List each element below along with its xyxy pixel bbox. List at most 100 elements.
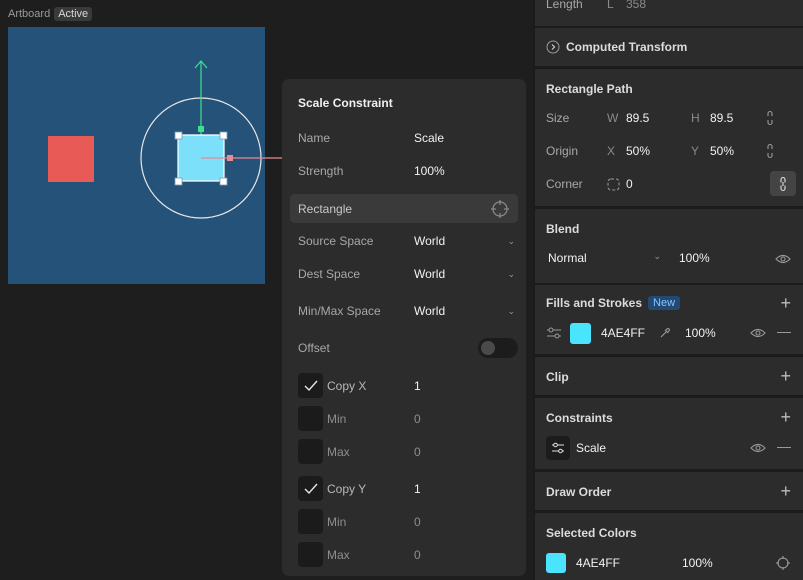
minmax-space-value: World: [414, 304, 446, 318]
target-field[interactable]: Rectangle: [290, 194, 518, 223]
copy-x-min-row: Min 0: [298, 406, 518, 431]
minmax-space-row: Min/Max Space World ⌄: [298, 300, 518, 322]
constraint-sliders-button[interactable]: [546, 436, 570, 460]
origin-y-field[interactable]: 50%: [710, 144, 765, 158]
selected-color-hex[interactable]: 4AE4FF: [576, 556, 682, 570]
eye-icon[interactable]: [750, 327, 766, 339]
dest-space-row: Dest Space World ⌄: [298, 263, 518, 285]
selected-colors-title: Selected Colors: [546, 526, 637, 540]
add-constraint-icon[interactable]: +: [780, 408, 791, 426]
strength-label: Strength: [298, 164, 344, 178]
width-field[interactable]: 89.5: [626, 111, 691, 125]
fills-strokes-title: Fills and Strokes: [546, 296, 643, 310]
handle-top-right[interactable]: [219, 131, 228, 140]
height-field[interactable]: 89.5: [710, 111, 765, 125]
strength-row: Strength 100%: [298, 160, 518, 182]
selected-color-opacity[interactable]: 100%: [682, 556, 713, 570]
source-space-value: World: [414, 234, 446, 248]
corner-link-button[interactable]: [770, 171, 796, 196]
copy-y-checkbox[interactable]: [298, 476, 323, 501]
strength-field[interactable]: 100%: [414, 164, 445, 178]
blend-opacity-field[interactable]: 100%: [679, 251, 710, 265]
fills-strokes-section: Fills and Strokes New + 4AE4FF 100%: [535, 285, 803, 354]
link-proportions-icon[interactable]: [765, 110, 775, 126]
copy-x-max-value[interactable]: 0: [414, 445, 421, 459]
copy-y-min-value[interactable]: 0: [414, 515, 421, 529]
crosshair-icon[interactable]: [775, 555, 791, 571]
blend-section: Blend Normal ⌄ 100%: [535, 209, 803, 283]
copy-x-checkbox[interactable]: [298, 373, 323, 398]
rectangle-path-title: Rectangle Path: [546, 82, 633, 96]
add-draw-order-icon[interactable]: +: [780, 482, 791, 500]
name-field[interactable]: Scale: [414, 131, 444, 145]
x-handle[interactable]: [227, 155, 233, 161]
remove-constraint-icon[interactable]: [777, 447, 791, 449]
draw-order-title: Draw Order: [546, 485, 612, 499]
copy-y-max-value[interactable]: 0: [414, 548, 421, 562]
artboard-canvas[interactable]: [8, 27, 288, 284]
offset-row: Offset: [298, 337, 518, 359]
add-clip-icon[interactable]: +: [780, 367, 791, 385]
length-section: Length L 358: [535, 0, 803, 26]
y-handle[interactable]: [198, 126, 204, 132]
red-rectangle[interactable]: [48, 136, 94, 182]
w-label: W: [607, 111, 619, 125]
copy-y-label: Copy Y: [327, 481, 367, 496]
link-origin-icon[interactable]: [765, 143, 775, 159]
scale-constraint-popup: Scale Constraint Name Scale Strength 100…: [282, 79, 526, 576]
selected-color-swatch[interactable]: [546, 553, 566, 573]
add-fill-icon[interactable]: +: [780, 294, 791, 312]
copy-y-min-checkbox[interactable]: [298, 509, 323, 534]
offset-label: Offset: [298, 341, 330, 355]
copy-x-label: Copy X: [327, 378, 367, 393]
copy-x-row: Copy X 1: [298, 373, 518, 398]
chevron-down-icon: ⌄: [653, 251, 661, 261]
artboard-header: Artboard Active: [8, 7, 93, 21]
dest-space-select[interactable]: World ⌄: [414, 267, 518, 281]
origin-x-field[interactable]: 50%: [626, 144, 691, 158]
copy-x-min-value[interactable]: 0: [414, 412, 421, 426]
fill-hex-field[interactable]: 4AE4FF: [601, 326, 659, 340]
handle-bottom-left[interactable]: [174, 177, 183, 186]
corner-radius-field[interactable]: 0: [626, 177, 691, 191]
constraints-title: Constraints: [546, 411, 613, 425]
handle-top-left[interactable]: [174, 131, 183, 140]
chevron-down-icon: ⌄: [507, 235, 515, 246]
copy-y-min-row: Min 0: [298, 509, 518, 534]
x-label: X: [607, 144, 616, 158]
copy-y-value[interactable]: 1: [414, 482, 421, 496]
copy-x-max-checkbox[interactable]: [298, 439, 323, 464]
fill-opacity-field[interactable]: 100%: [685, 326, 716, 340]
source-space-select[interactable]: World ⌄: [414, 234, 518, 248]
link-icon: [780, 176, 786, 191]
eye-icon[interactable]: [775, 253, 791, 265]
eye-icon[interactable]: [750, 442, 766, 454]
expand-arrow-icon[interactable]: [546, 40, 560, 54]
sliders-icon[interactable]: [546, 326, 562, 340]
blend-title: Blend: [546, 222, 580, 236]
length-value[interactable]: 358: [626, 0, 691, 11]
new-badge: New: [648, 296, 681, 310]
offset-toggle[interactable]: [478, 338, 518, 358]
corner-row: Corner 0: [546, 175, 795, 193]
eyedropper-icon[interactable]: [659, 327, 671, 339]
selected-colors-section: Selected Colors 4AE4FF 100%: [535, 513, 803, 580]
corner-radius-icon: [607, 178, 620, 190]
fills-strokes-header: Fills and Strokes New: [546, 296, 681, 310]
length-axis-label: L: [607, 0, 614, 11]
constraints-section: Constraints + Scale: [535, 398, 803, 469]
minmax-space-select[interactable]: World ⌄: [414, 304, 518, 318]
fill-color-swatch[interactable]: [570, 322, 591, 344]
handle-bottom-right[interactable]: [219, 177, 228, 186]
computed-transform-header[interactable]: Computed Transform: [546, 38, 795, 56]
copy-x-value[interactable]: 1: [414, 379, 421, 393]
length-row: Length L 358: [546, 0, 795, 11]
active-badge: Active: [54, 7, 93, 21]
blend-mode-select[interactable]: Normal ⌄: [548, 251, 665, 265]
length-label: Length: [546, 0, 583, 11]
computed-transform-section[interactable]: Computed Transform: [535, 28, 803, 66]
copy-y-max-checkbox[interactable]: [298, 542, 323, 567]
copy-x-min-checkbox[interactable]: [298, 406, 323, 431]
remove-fill-icon[interactable]: [777, 332, 791, 334]
crosshair-icon[interactable]: [490, 199, 510, 219]
